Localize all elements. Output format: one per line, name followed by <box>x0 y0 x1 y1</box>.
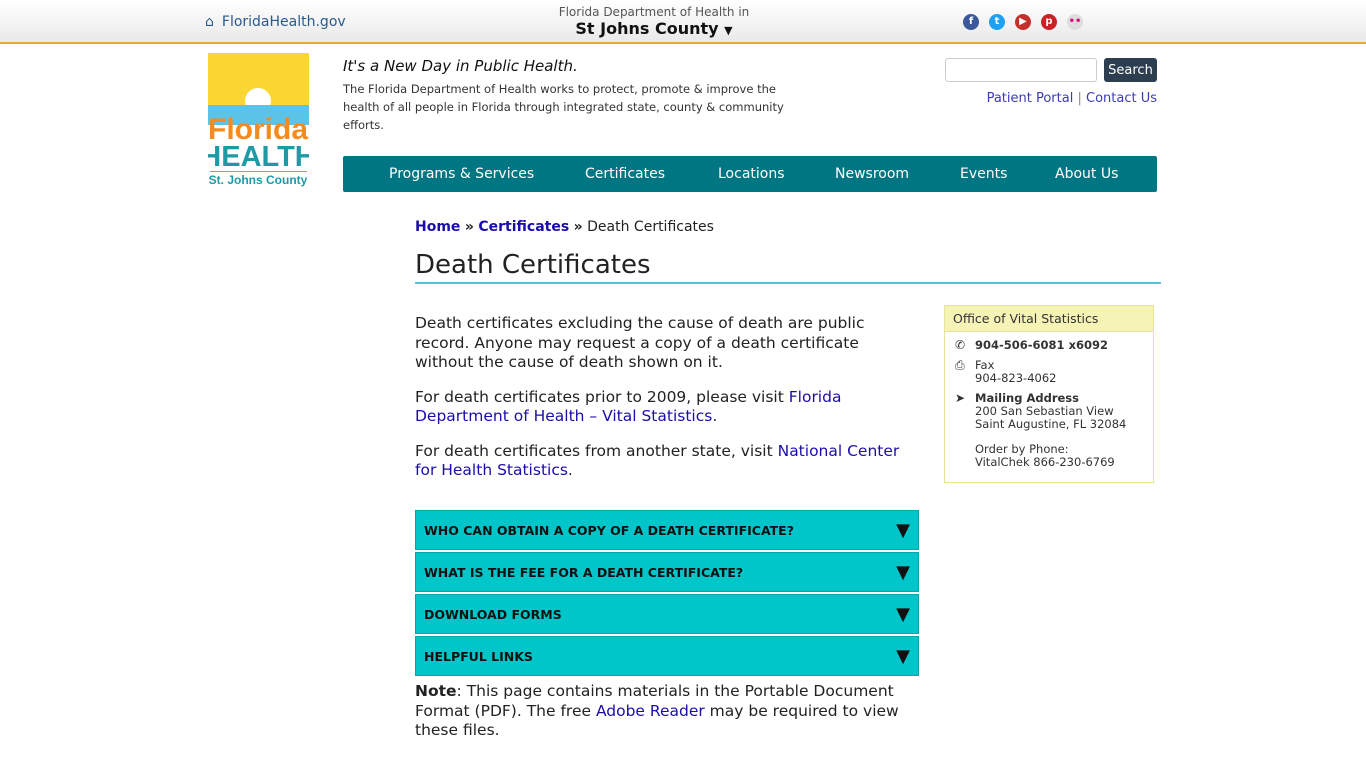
breadcrumb-current: Death Certificates <box>587 219 714 235</box>
separator: | <box>1077 91 1082 106</box>
nav-certificates[interactable]: Certificates <box>585 166 718 182</box>
location-arrow-icon: ➤ <box>955 391 966 405</box>
accordion: WHO CAN OBTAIN A COPY OF A DEATH CERTIFI… <box>415 510 919 678</box>
accordion-download-forms[interactable]: DOWNLOAD FORMS ▼ <box>415 594 919 634</box>
print-icon: ⎙ <box>955 358 965 372</box>
text: . <box>567 461 573 479</box>
vital-statistics-contact-box: Office of Vital Statistics ✆ 904-506-6081… <box>944 305 1154 483</box>
note-label: Note <box>415 682 457 700</box>
nav-events[interactable]: Events <box>960 166 1055 182</box>
triangle-down-icon: ▼ <box>896 520 910 541</box>
adobe-reader-link[interactable]: Adobe Reader <box>596 702 705 720</box>
caret-down-icon: ▼ <box>724 24 733 37</box>
paragraph: Death certificates excluding the cause o… <box>415 314 865 371</box>
main-nav: Programs & Services Certificates Locatio… <box>343 156 1157 192</box>
contact-us-link[interactable]: Contact Us <box>1086 91 1157 106</box>
social-links: f t ▶ p •• <box>963 14 1083 30</box>
nav-newsroom[interactable]: Newsroom <box>835 166 960 182</box>
accordion-fee[interactable]: WHAT IS THE FEE FOR A DEATH CERTIFICATE?… <box>415 552 919 592</box>
facebook-icon[interactable]: f <box>963 14 979 30</box>
breadcrumb-sep: » <box>573 219 583 235</box>
mailing-label: Mailing Address <box>975 391 1079 405</box>
floridahealth-home-link[interactable]: ⌂ FloridaHealth.gov <box>205 14 346 30</box>
accordion-label: WHO CAN OBTAIN A COPY OF A DEATH CERTIFI… <box>424 523 794 538</box>
page-title: Death Certificates <box>415 250 1161 284</box>
triangle-down-icon: ▼ <box>896 604 910 625</box>
twitter-icon[interactable]: t <box>989 14 1005 30</box>
main-content: Death certificates excluding the cause o… <box>415 314 918 496</box>
accordion-label: HELPFUL LINKS <box>424 649 533 664</box>
phone-number: 904-506-6081 x6092 <box>975 338 1108 352</box>
breadcrumb-certificates[interactable]: Certificates <box>478 219 569 235</box>
utility-links: Patient Portal | Contact Us <box>987 91 1157 106</box>
text: . <box>712 407 718 425</box>
svg-text:HEALTH: HEALTH <box>208 141 309 173</box>
breadcrumb-home[interactable]: Home <box>415 219 460 235</box>
breadcrumb: Home » Certificates » Death Certificates <box>415 219 714 235</box>
flickr-icon[interactable]: •• <box>1067 14 1083 30</box>
top-bar: ⌂ FloridaHealth.gov Florida Department of… <box>0 0 1366 44</box>
triangle-down-icon: ▼ <box>896 646 910 667</box>
county-name: St Johns County <box>575 19 719 38</box>
tagline: It's a New Day in Public Health. <box>343 57 578 75</box>
accordion-who-can-obtain[interactable]: WHO CAN OBTAIN A COPY OF A DEATH CERTIFI… <box>415 510 919 550</box>
pdf-note: Note: This page contains materials in th… <box>415 682 918 741</box>
search-input[interactable] <box>945 58 1097 82</box>
nav-about-us[interactable]: About Us <box>1055 166 1118 182</box>
accordion-helpful-links[interactable]: HELPFUL LINKS ▼ <box>415 636 919 676</box>
mission-statement: The Florida Department of Health works t… <box>343 82 784 132</box>
text: For death certificates prior to 2009, pl… <box>415 387 789 406</box>
county-selector[interactable]: Florida Department of Health in St Johns… <box>540 5 768 38</box>
vitalchek-phone: VitalChek 866-230-6769 <box>975 455 1115 469</box>
florida-health-logo[interactable]: Florida HEALTH St. Johns County <box>200 53 316 188</box>
youtube-icon[interactable]: ▶ <box>1015 14 1031 30</box>
dept-line: Florida Department of Health in <box>558 5 750 19</box>
home-icon: ⌂ <box>205 14 214 30</box>
phone-icon: ✆ <box>955 338 966 352</box>
accordion-label: DOWNLOAD FORMS <box>424 607 562 622</box>
accordion-label: WHAT IS THE FEE FOR A DEATH CERTIFICATE? <box>424 565 744 580</box>
paragraph: For death certificates prior to 2009, pl… <box>415 388 918 427</box>
address-line: Saint Augustine, FL 32084 <box>975 417 1127 431</box>
fax-number: 904-823-4062 <box>975 371 1057 385</box>
sidebar-title: Office of Vital Statistics <box>945 306 1153 332</box>
home-link-label: FloridaHealth.gov <box>221 14 346 30</box>
paragraph: For death certificates from another stat… <box>415 442 918 481</box>
breadcrumb-sep: » <box>464 219 474 235</box>
pinterest-icon[interactable]: p <box>1041 14 1057 30</box>
search-button[interactable]: Search <box>1104 58 1157 82</box>
text: For death certificates from another stat… <box>415 441 778 460</box>
nav-programs-services[interactable]: Programs & Services <box>389 166 585 182</box>
svg-text:St. Johns County: St. Johns County <box>209 173 308 187</box>
patient-portal-link[interactable]: Patient Portal <box>987 91 1074 106</box>
triangle-down-icon: ▼ <box>896 562 910 583</box>
nav-locations[interactable]: Locations <box>718 166 835 182</box>
